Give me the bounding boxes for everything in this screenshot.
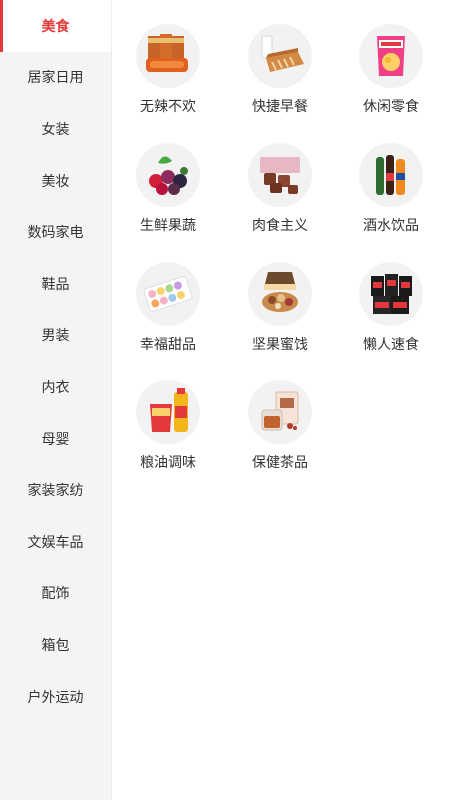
rice-oil-icon bbox=[136, 380, 200, 444]
sidebar-item-label: 母婴 bbox=[41, 431, 70, 448]
subcategory-label: 无辣不欢 bbox=[140, 99, 196, 115]
bread-milk-icon bbox=[248, 24, 312, 88]
sidebar-item-label: 女装 bbox=[41, 121, 70, 138]
sidebar-item-beauty[interactable]: 美妆 bbox=[0, 155, 111, 207]
sidebar-item-label: 居家日用 bbox=[27, 70, 84, 87]
subcategory-label: 保健茶品 bbox=[252, 455, 308, 471]
subcategory-drinks[interactable]: 酒水饮品 bbox=[341, 119, 441, 234]
sidebar-item-shoes[interactable]: 鞋品 bbox=[0, 258, 111, 310]
sidebar-item-label: 配饰 bbox=[41, 586, 70, 603]
sidebar-item-bags[interactable]: 箱包 bbox=[0, 619, 111, 671]
spicy-snack-icon bbox=[136, 24, 200, 88]
sidebar-item-label: 男装 bbox=[41, 328, 70, 345]
subcategory-label: 肉食主义 bbox=[252, 218, 308, 234]
sidebar-item-label: 美妆 bbox=[41, 173, 70, 190]
subcategory-label: 坚果蜜饯 bbox=[252, 337, 308, 353]
instant-noodles-icon bbox=[359, 262, 423, 326]
sidebar-item-home-daily[interactable]: 居家日用 bbox=[0, 52, 111, 104]
subcategory-label: 休闲零食 bbox=[363, 99, 419, 115]
sidebar-item-label: 家装家纺 bbox=[27, 483, 84, 500]
chips-bag-icon bbox=[359, 24, 423, 88]
sidebar-item-label: 美食 bbox=[41, 18, 70, 35]
subcategory-label: 快捷早餐 bbox=[252, 99, 308, 115]
subcategory-fresh[interactable]: 生鲜果蔬 bbox=[118, 119, 218, 234]
sidebar-item-label: 文娱车品 bbox=[27, 534, 84, 551]
subcategory-label: 酒水饮品 bbox=[363, 218, 419, 234]
subcategory-grid: 无辣不欢 快捷早餐 休闲零食 生鲜果蔬 肉食主义 酒水饮品 幸福甜品 坚果蜜饯 … bbox=[112, 0, 450, 800]
berries-icon bbox=[136, 143, 200, 207]
subcategory-grain-oil[interactable]: 粮油调味 bbox=[118, 356, 218, 471]
category-page: 美食 居家日用 女装 美妆 数码家电 鞋品 男装 内衣 母婴 家装家纺 文娱车品… bbox=[0, 0, 450, 800]
subcategory-label: 幸福甜品 bbox=[140, 337, 196, 353]
subcategory-label: 生鲜果蔬 bbox=[140, 218, 196, 234]
subcategory-meat[interactable]: 肉食主义 bbox=[230, 119, 330, 234]
sidebar-item-label: 内衣 bbox=[41, 379, 70, 396]
tea-icon bbox=[248, 380, 312, 444]
category-sidebar: 美食 居家日用 女装 美妆 数码家电 鞋品 男装 内衣 母婴 家装家纺 文娱车品… bbox=[0, 0, 112, 800]
bottles-icon bbox=[359, 143, 423, 207]
subcategory-instant-food[interactable]: 懒人速食 bbox=[341, 238, 441, 353]
sidebar-item-underwear[interactable]: 内衣 bbox=[0, 361, 111, 413]
subcategory-nuts[interactable]: 坚果蜜饯 bbox=[230, 238, 330, 353]
nuts-box-icon bbox=[248, 262, 312, 326]
sidebar-item-accessories[interactable]: 配饰 bbox=[0, 568, 111, 620]
sidebar-item-outdoor[interactable]: 户外运动 bbox=[0, 671, 111, 723]
sidebar-item-home-textile[interactable]: 家装家纺 bbox=[0, 464, 111, 516]
sidebar-item-label: 数码家电 bbox=[27, 225, 84, 242]
macaron-box-icon bbox=[136, 262, 200, 326]
sidebar-item-womens-wear[interactable]: 女装 bbox=[0, 103, 111, 155]
subcategory-snacks[interactable]: 休闲零食 bbox=[341, 0, 441, 115]
subcategory-label: 粮油调味 bbox=[140, 455, 196, 471]
sidebar-item-label: 鞋品 bbox=[41, 276, 70, 293]
sidebar-item-label: 户外运动 bbox=[27, 689, 84, 706]
subcategory-desserts[interactable]: 幸福甜品 bbox=[118, 238, 218, 353]
subcategory-health-tea[interactable]: 保健茶品 bbox=[230, 356, 330, 471]
subcategory-label: 懒人速食 bbox=[363, 337, 419, 353]
subcategory-spicy[interactable]: 无辣不欢 bbox=[118, 0, 218, 115]
subcategory-breakfast[interactable]: 快捷早餐 bbox=[230, 0, 330, 115]
sidebar-item-baby[interactable]: 母婴 bbox=[0, 413, 111, 465]
sidebar-item-food[interactable]: 美食 bbox=[0, 0, 111, 52]
sidebar-item-mens-wear[interactable]: 男装 bbox=[0, 310, 111, 362]
meat-icon bbox=[248, 143, 312, 207]
sidebar-item-entertainment-car[interactable]: 文娱车品 bbox=[0, 516, 111, 568]
sidebar-item-label: 箱包 bbox=[41, 637, 70, 654]
sidebar-item-digital[interactable]: 数码家电 bbox=[0, 206, 111, 258]
